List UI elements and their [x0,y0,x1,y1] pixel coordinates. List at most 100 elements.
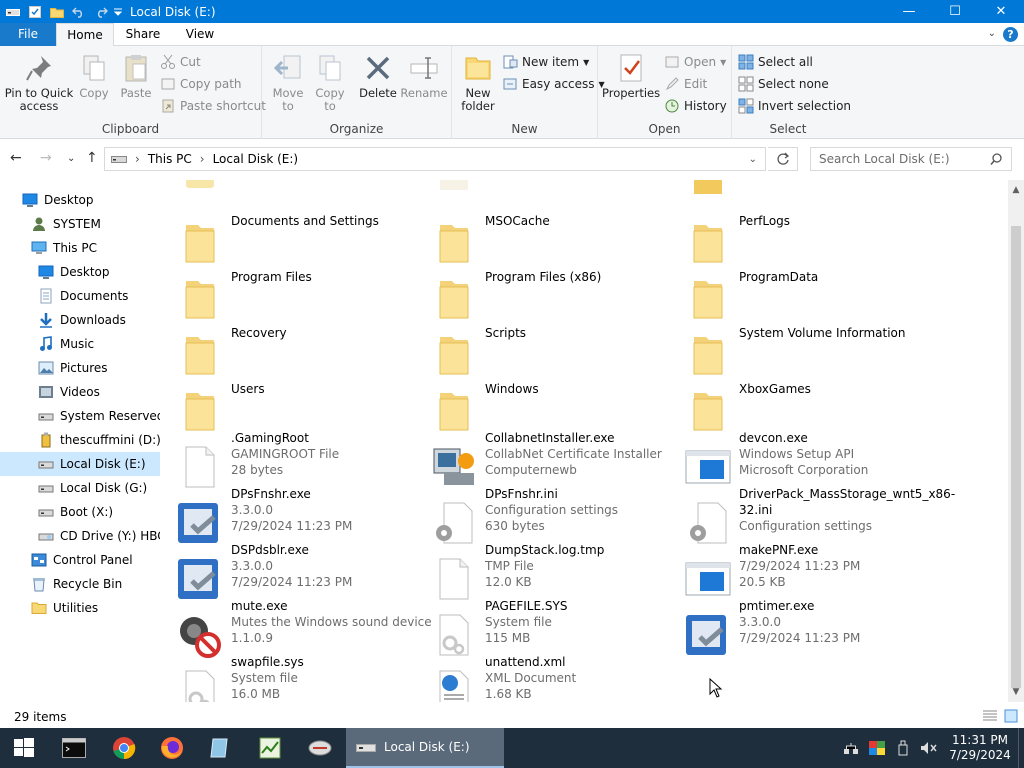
file-tile[interactable]: Documents and Settings [160,213,414,269]
address-dropdown-icon[interactable]: ⌄ [749,154,757,165]
network-tray-icon[interactable] [838,741,864,755]
explorer-taskbar-button[interactable]: Local Disk (E:) [346,728,504,768]
delete-button[interactable]: Delete [358,52,398,100]
new-folder-icon[interactable] [46,0,68,23]
cut-button[interactable]: Cut [160,52,201,72]
file-tile[interactable]: MSOCache [414,213,668,269]
file-tile[interactable]: pmtimer.exe 3.3.0.0 7/29/2024 11:23 PM [668,599,922,661]
tab-file[interactable]: File [0,23,56,46]
file-tile[interactable]: swapfile.sys System file 16.0 MB [160,655,414,702]
nav-item[interactable]: Utilities [0,596,160,620]
file-tile[interactable]: Scripts [414,325,668,381]
paste-button[interactable]: Paste [116,52,156,100]
nav-item[interactable]: Boot (X:) [0,500,160,524]
nav-item[interactable]: Recycle Bin [0,572,160,596]
move-to-button[interactable]: Move to [268,52,308,113]
terminal-taskbar-button[interactable] [50,728,98,768]
refresh-button[interactable] [768,147,798,171]
file-tile[interactable]: unattend.xml XML Document 1.68 KB [414,655,668,702]
file-tile[interactable]: DPsFnshr.ini Configuration settings 630 by… [414,487,668,549]
nav-item[interactable]: CD Drive (Y:) HBC [0,524,160,548]
start-button[interactable] [0,728,48,768]
redo-icon[interactable] [90,0,112,23]
chrome-taskbar-button[interactable] [100,728,148,768]
properties-button[interactable]: Properties [602,52,660,100]
file-tile[interactable]: PAGEFILE.SYS System file 115 MB [414,599,668,661]
paste-shortcut-button[interactable]: Paste shortcut [160,96,266,116]
file-tile[interactable]: PerfLogs [668,213,922,269]
file-tile[interactable]: Recovery [160,325,414,381]
nav-item[interactable]: Local Disk (E:) [0,452,160,476]
expand-ribbon-icon[interactable]: ⌄ [988,28,996,39]
copy-button[interactable]: Copy [74,52,114,100]
forward-arrow-icon[interactable]: → [40,150,52,166]
scroll-up-arrow-icon[interactable]: ▲ [1008,182,1024,198]
scroll-down-arrow-icon[interactable]: ▼ [1008,684,1024,700]
file-tile[interactable]: Program Files [160,269,414,325]
usb-tray-icon[interactable] [890,740,916,756]
easy-access-button[interactable]: Easy access ▼ [502,74,605,94]
nav-item[interactable]: Videos [0,380,160,404]
tab-view[interactable]: View [172,23,228,46]
taskmgr-taskbar-button[interactable] [246,728,294,768]
file-tile[interactable]: CollabnetInstaller.exe CollabNet Certific… [414,431,668,493]
file-tile[interactable]: .GamingRoot GAMINGROOT File 28 bytes [160,431,414,493]
nav-item[interactable]: Local Disk (G:) [0,476,160,500]
history-button[interactable]: History [664,96,727,116]
search-input[interactable]: Search Local Disk (E:) [810,147,1012,171]
show-desktop-button[interactable] [1018,728,1024,768]
nav-item[interactable]: Control Panel [0,548,160,572]
breadcrumb-local-disk[interactable]: Local Disk (E:) [213,152,299,166]
file-tile[interactable]: Windows [414,381,668,437]
notes-taskbar-button[interactable] [196,728,244,768]
invert-selection-button[interactable]: Invert selection [738,96,851,116]
rename-button[interactable]: Rename [400,52,448,100]
tool-taskbar-button[interactable] [296,728,344,768]
file-tile[interactable]: DSPdsblr.exe 3.3.0.0 7/29/2024 11:23 PM [160,543,414,605]
nav-item[interactable]: thescuffmini (D:) [0,428,160,452]
maximize-button[interactable]: ☐ [932,0,978,23]
tab-home[interactable]: Home [56,23,114,47]
nav-item[interactable]: Downloads [0,308,160,332]
edit-button[interactable]: Edit [664,74,707,94]
nav-item[interactable]: This PC [0,236,160,260]
file-tile[interactable]: XboxGames [668,381,922,437]
recent-locations-icon[interactable]: ⌄ [67,153,75,164]
properties-icon[interactable] [24,0,46,23]
file-tile[interactable]: Users [160,381,414,437]
address-bar[interactable]: › This PC › Local Disk (E:) ⌄ [104,147,766,171]
nav-item[interactable]: SYSTEM [0,212,160,236]
nav-item[interactable]: System Reserved ( [0,404,160,428]
open-button[interactable]: Open ▼ [664,52,726,72]
file-tile[interactable]: DriverPack_MassStorage_wnt5_x86-32.ini Co… [668,487,955,549]
select-none-button[interactable]: Select none [738,74,829,94]
file-tile[interactable]: Program Files (x86) [414,269,668,325]
vertical-scrollbar[interactable]: ▲ ▼ [1008,180,1024,702]
clock[interactable]: 11:31 PM 7/29/2024 [942,733,1018,763]
undo-icon[interactable] [68,0,90,23]
large-icons-view-icon[interactable] [1004,709,1018,726]
customize-qat-icon[interactable] [112,0,124,23]
pin-quick-access-button[interactable]: Pin to Quick access [4,52,74,113]
close-button[interactable]: ✕ [978,0,1024,23]
scroll-thumb[interactable] [1011,226,1021,688]
help-icon[interactable]: ? [1003,27,1018,42]
nav-item[interactable]: Pictures [0,356,160,380]
select-all-button[interactable]: Select all [738,52,813,72]
file-tile[interactable]: ProgramData [668,269,922,325]
nav-item[interactable]: Desktop [0,188,160,212]
file-tile[interactable]: DumpStack.log.tmp TMP File 12.0 KB [414,543,668,605]
volume-muted-icon[interactable] [916,741,942,755]
nav-item[interactable]: Desktop [0,260,160,284]
breadcrumb-this-pc[interactable]: This PC [148,152,192,166]
minimize-button[interactable]: — [886,0,932,23]
color-tray-icon[interactable] [864,741,890,755]
file-tile[interactable]: mute.exe Mutes the Windows sound device 1.… [160,599,432,661]
nav-item[interactable]: Documents [0,284,160,308]
details-view-icon[interactable] [982,709,998,726]
back-arrow-icon[interactable]: ← [10,150,22,166]
up-arrow-icon[interactable]: ↑ [86,150,98,166]
tab-share[interactable]: Share [114,23,172,46]
copy-path-button[interactable]: Copy path [160,74,242,94]
file-tile[interactable]: DPsFnshr.exe 3.3.0.0 7/29/2024 11:23 PM [160,487,414,549]
